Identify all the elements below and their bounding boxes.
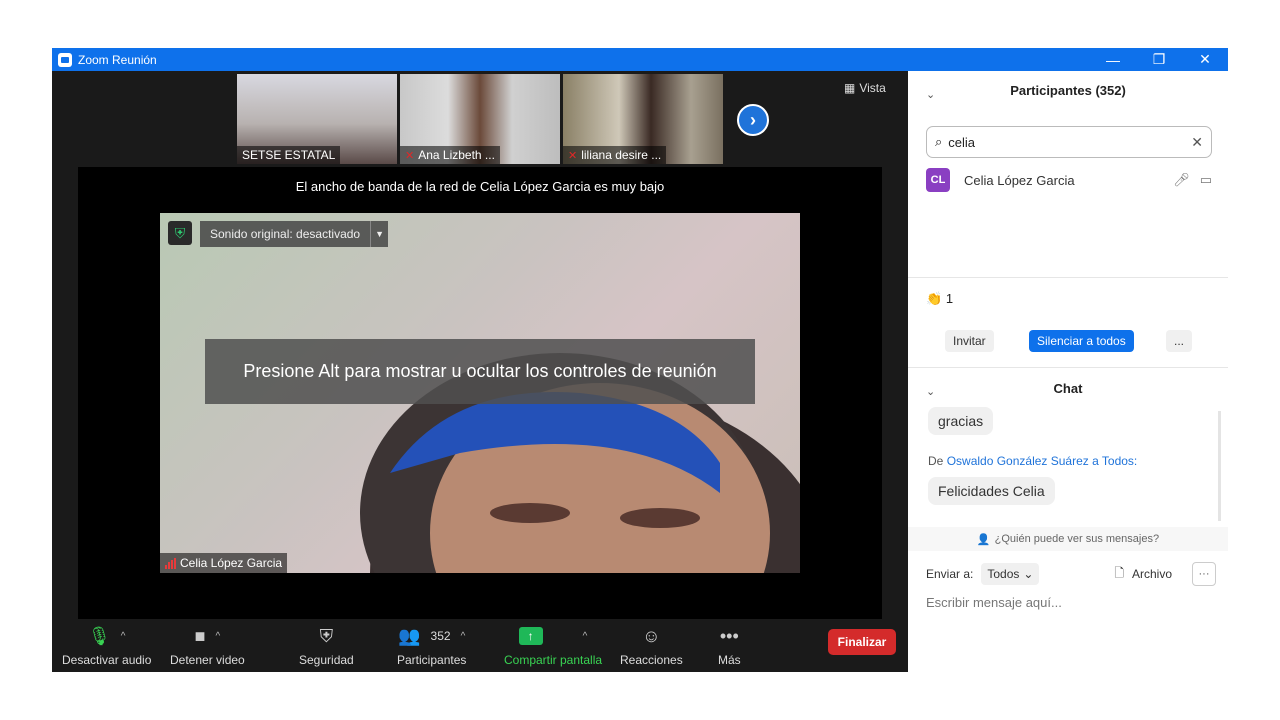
zoom-logo-icon <box>58 52 72 67</box>
search-icon: ⌕ <box>935 134 943 149</box>
divider <box>908 367 1228 368</box>
clap-reaction-count: 👏 1 <box>926 291 954 306</box>
chat-more-button[interactable]: ··· <box>1192 562 1216 586</box>
meeting-toolbar: 🎙 ^ Desactivar audio ■ ^ Detener video ⛨ S… <box>52 619 908 672</box>
title-bar: Zoom Reunión — ❐ ✕ <box>52 48 1228 71</box>
mic-muted-icon: ✕ <box>405 149 415 162</box>
chat-scrollbar[interactable] <box>1218 411 1221 521</box>
speaker-name-label: Celia López Garcia <box>160 553 288 573</box>
clapping-hands-icon: 👏 <box>926 291 943 306</box>
participants-title: Participantes (352) <box>1010 83 1126 98</box>
active-speaker-video[interactable]: ⛨ Sonido original: desactivado ▼ Presion… <box>160 213 800 573</box>
chat-message-input[interactable]: Escribir mensaje aquí... <box>926 595 1062 610</box>
meeting-area: SETSE ESTATAL ✕ Ana Lizbeth ... ✕ lilian… <box>52 71 908 672</box>
window-title: Zoom Reunión <box>78 52 157 67</box>
mute-audio-button[interactable]: 🎙 ^ Desactivar audio <box>62 625 151 668</box>
mic-muted-icon: ✕ <box>568 149 578 162</box>
send-to-row: Enviar a: Todos ⌄ 🗋 Archivo ··· <box>926 561 1216 587</box>
more-button[interactable]: ••• Más <box>718 625 741 668</box>
share-arrow-icon: ↑ <box>518 627 543 645</box>
share-screen-button[interactable]: ↑ ^ Compartir pantalla <box>504 625 602 667</box>
bandwidth-warning: El ancho de banda de la red de Celia Lóp… <box>295 179 665 194</box>
chevron-down-icon[interactable]: ▼ <box>370 221 388 247</box>
thumbnail-name-label: SETSE ESTATAL <box>237 146 341 164</box>
video-thumbnail[interactable]: ✕ Ana Lizbeth ... <box>400 74 560 164</box>
mute-all-button[interactable]: Silenciar a todos <box>1029 330 1134 352</box>
people-icon: 👥 <box>398 625 421 646</box>
participant-actions: Invitar Silenciar a todos ... <box>908 330 1228 352</box>
person-lock-icon: 👤 <box>976 533 991 546</box>
more-options-button[interactable]: ... <box>1166 330 1193 352</box>
reactions-button[interactable]: ☺ Reacciones <box>620 625 683 668</box>
video-camera-icon: ■ <box>194 625 206 646</box>
close-button[interactable]: ✕ <box>1182 48 1228 71</box>
shield-icon: ⛨ <box>319 625 334 646</box>
caret-up-icon[interactable]: ^ <box>583 631 588 642</box>
chat-sender-link[interactable]: Oswaldo González Suárez <box>947 454 1089 468</box>
clear-search-icon[interactable]: ✕ <box>1191 134 1203 151</box>
next-page-arrow-icon[interactable]: › <box>737 104 769 136</box>
thumbnail-name-label: ✕ liliana desire ... <box>563 146 667 164</box>
caret-up-icon[interactable]: ^ <box>121 631 126 642</box>
end-meeting-button[interactable]: Finalizar <box>828 629 896 655</box>
chevron-down-icon: ⌄ <box>1023 567 1034 581</box>
microphone-icon[interactable]: 🎤︎ <box>1173 172 1190 188</box>
file-icon: 🗋 <box>1114 565 1124 580</box>
avatar: CL <box>926 168 950 192</box>
invite-button[interactable]: Invitar <box>945 330 994 352</box>
chat-title: Chat <box>1053 381 1083 396</box>
ellipsis-icon: ••• <box>719 625 739 646</box>
grid-icon: ▦ <box>844 81 856 95</box>
participant-search-input[interactable]: ⌕ celia ✕ <box>926 126 1212 158</box>
side-panel: ⌄ Participantes (352) ⌕ celia ✕ CL Celia… <box>908 71 1228 672</box>
caret-up-icon[interactable]: ^ <box>461 631 466 642</box>
chat-sender-line: De Oswaldo González Suárez a Todos: <box>928 454 1138 468</box>
participant-name: Celia López Garcia <box>964 172 1075 188</box>
smiley-plus-icon: ☺ <box>642 625 661 646</box>
stop-video-button[interactable]: ■ ^ Detener video <box>170 625 245 668</box>
view-button[interactable]: ▦ Vista <box>844 81 886 95</box>
signal-bars-icon <box>165 557 176 569</box>
restore-button[interactable]: ❐ <box>1136 48 1182 71</box>
participant-row[interactable]: CL Celia López Garcia 🎤︎ ▭ <box>926 168 1212 192</box>
microphone-icon: 🎙 <box>87 625 111 646</box>
participants-button[interactable]: 👥 352 ^ Participantes <box>397 625 466 668</box>
security-button[interactable]: ⛨ Seguridad <box>299 625 354 668</box>
file-button[interactable]: 🗋 Archivo <box>1114 564 1172 585</box>
alt-tooltip: Presione Alt para mostrar u ocultar los … <box>205 339 755 404</box>
active-speaker-stage: El ancho de banda de la red de Celia Lóp… <box>78 167 882 619</box>
shield-check-icon[interactable]: ⛨ <box>168 221 192 245</box>
chat-message: gracias <box>928 407 994 435</box>
thumbnail-name-label: ✕ Ana Lizbeth ... <box>400 146 500 164</box>
chat-message: Felicidades Celia <box>928 477 1055 505</box>
divider <box>908 277 1228 278</box>
who-can-see-link[interactable]: 👤 ¿Quién puede ver sus mensajes? <box>908 527 1228 551</box>
minimize-button[interactable]: — <box>1090 48 1136 71</box>
video-camera-icon[interactable]: ▭ <box>1200 172 1212 188</box>
caret-up-icon[interactable]: ^ <box>215 631 220 642</box>
send-to-dropdown[interactable]: Todos ⌄ <box>981 563 1040 585</box>
zoom-window: Zoom Reunión — ❐ ✕ SETSE ESTATAL ✕ Ana L… <box>52 48 1228 672</box>
video-thumbnail[interactable]: SETSE ESTATAL <box>237 74 397 164</box>
video-thumbnail[interactable]: ✕ liliana desire ... <box>563 74 723 164</box>
original-sound-toggle[interactable]: Sonido original: desactivado ▼ <box>200 221 389 247</box>
